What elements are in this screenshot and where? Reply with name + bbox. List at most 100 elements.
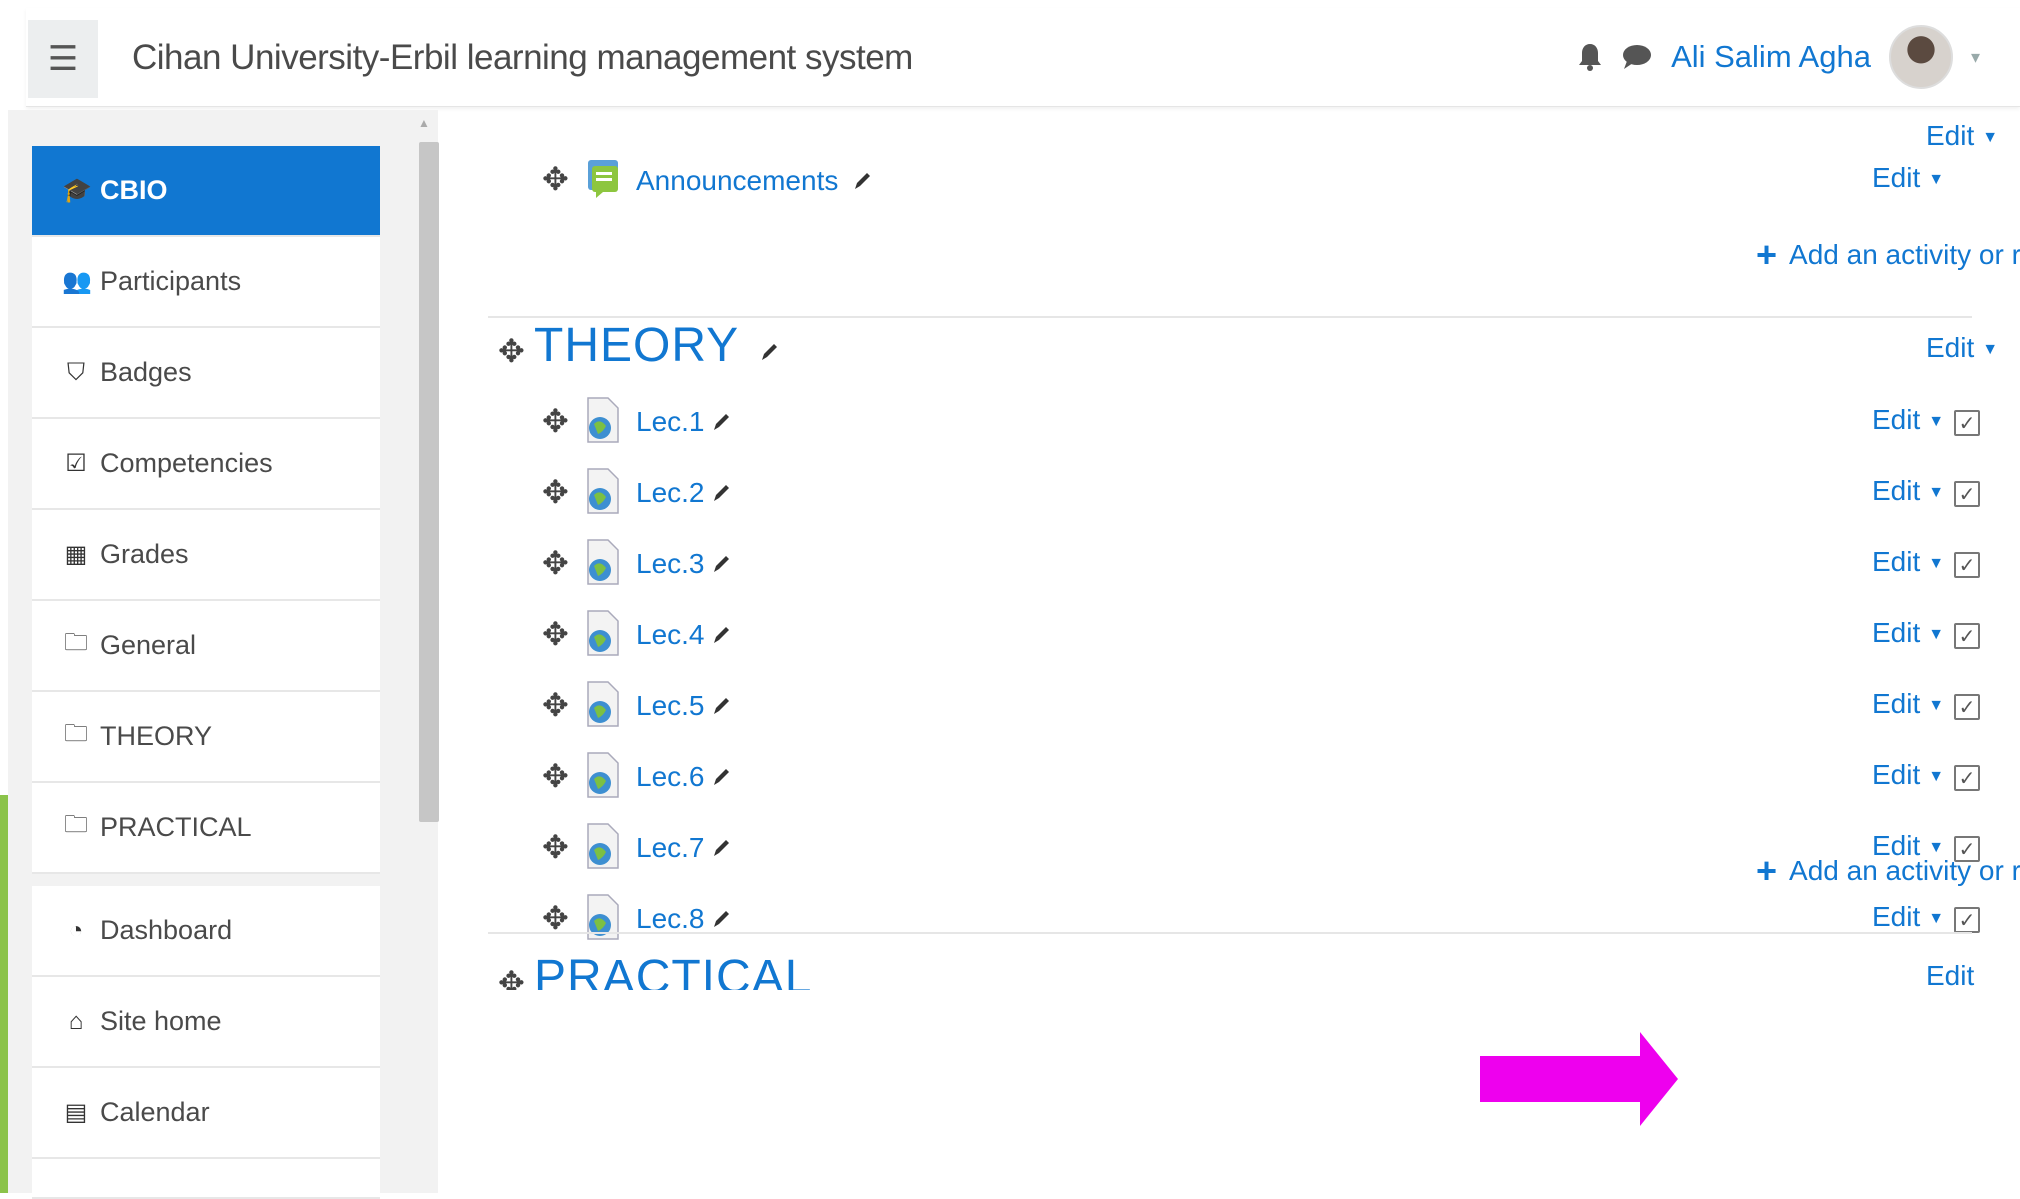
completion-checkbox[interactable]: ✓ [1954,623,1980,649]
activity-name: Lec.6 [636,761,705,792]
activity-name: Lec.8 [636,903,705,934]
pencil-icon[interactable] [711,408,731,440]
completion-checkbox[interactable]: ✓ [1954,481,1980,507]
pencil-icon[interactable] [759,321,779,376]
activity-name: Lec.2 [636,477,705,508]
move-icon[interactable]: ✥ [498,964,525,990]
add-activity-link[interactable]: + Add an activity or resource [1756,234,2020,276]
pencil-icon[interactable] [711,550,731,582]
move-icon[interactable]: ✥ [542,160,569,198]
checkmark-icon: ✓ [1954,552,1980,578]
completion-checkbox[interactable]: ✓ [1954,410,1980,436]
activity-edit-menu[interactable]: Edit ▼ [1872,759,1944,791]
sidebar-item-site-home[interactable]: ⌂ Site home [32,977,380,1068]
callout-arrow [1480,1032,1678,1126]
avatar[interactable] [1888,25,1953,89]
bell-icon[interactable] [1577,42,1603,72]
activity-link[interactable]: Lec.4 [636,619,731,653]
activity-edit-menu[interactable]: Edit ▼ [1872,546,1944,578]
sidebar-item-participants[interactable]: 👥 Participants [32,237,380,328]
user-name[interactable]: Ali Salim Agha [1671,39,1871,75]
activity-name: Lec.4 [636,619,705,650]
add-activity-link[interactable]: + Add an activity or resource [1756,850,2020,892]
activity-edit-menu[interactable]: Edit ▼ [1872,688,1944,720]
activity-link[interactable]: Lec.1 [636,406,731,440]
drawer-separator [32,874,380,886]
activity-link[interactable]: Lec.7 [636,832,731,866]
activity-edit-menu[interactable]: Edit ▼ [1872,162,1944,194]
move-icon[interactable]: ✥ [498,332,525,370]
scroll-up-icon[interactable]: ▲ [418,116,430,130]
graduation-cap-icon: 🎓 [62,177,92,204]
checkbox-icon: ☑ [65,450,87,477]
sidebar-item-label: Badges [100,357,192,387]
section-title-practical[interactable]: PRACTICAL [534,950,812,990]
site-title[interactable]: Cihan University-Erbil learning manageme… [132,38,913,78]
section-edit-menu[interactable]: Edit ▼ [1926,332,1998,364]
completion-checkbox[interactable]: ✓ [1954,552,1980,578]
move-icon[interactable]: ✥ [542,686,569,724]
checkmark-icon: ✓ [1954,481,1980,507]
sidebar-item-grades[interactable]: ▦ Grades [32,510,380,601]
section-title-text: THEORY [534,319,739,372]
shield-icon: ⛉ [67,358,85,386]
pencil-icon[interactable] [711,763,731,795]
completion-checkbox[interactable]: ✓ [1954,694,1980,720]
sidebar-item-label: Competencies [100,448,273,478]
move-icon[interactable]: ✥ [542,615,569,653]
sidebar-item-label: General [100,630,197,660]
caret-down-icon: ▼ [1928,483,1945,501]
sidebar-item-calendar[interactable]: ▤ Calendar [32,1068,380,1159]
activity-name: Lec.7 [636,832,705,863]
left-accent-bar [0,795,8,1193]
activity-link[interactable]: Lec.6 [636,761,731,795]
table-icon: ▦ [64,541,88,568]
move-icon[interactable]: ✥ [542,828,569,866]
checkmark-icon: ✓ [1954,907,1980,933]
sidebar-item-theory[interactable]: 🗀 THEORY [32,692,380,783]
activity-edit-menu[interactable]: Edit ▼ [1872,901,1944,933]
edit-label: Edit [1872,475,1921,506]
completion-checkbox[interactable]: ✓ [1954,907,1980,933]
chevron-down-icon[interactable]: ▾ [1971,47,1980,68]
edit-label: Edit [1926,960,1975,990]
activity-edit-menu[interactable]: Edit ▼ [1872,617,1944,649]
pencil-icon[interactable] [711,692,731,724]
edit-label: Edit [1872,404,1921,435]
move-icon[interactable]: ✥ [542,473,569,511]
sidebar-item-competencies[interactable]: ☑ Competencies [32,419,380,510]
completion-checkbox[interactable]: ✓ [1954,765,1980,791]
edit-label: Edit [1926,332,1975,363]
sidebar-item-badges[interactable]: ⛉ Badges [32,328,380,419]
caret-down-icon: ▼ [1928,412,1945,430]
activity-edit-menu[interactable]: Edit ▼ [1872,475,1944,507]
section-title-theory[interactable]: THEORY [534,318,779,376]
sidebar-item-practical[interactable]: 🗀 PRACTICAL [32,783,380,874]
section-edit-menu[interactable]: Edit [1926,960,1974,990]
activity-announcements[interactable]: Announcements [636,165,872,199]
activity-link[interactable]: Lec.5 [636,690,731,724]
activity-link[interactable]: Lec.3 [636,548,731,582]
move-icon[interactable]: ✥ [542,402,569,440]
sidebar-item-general[interactable]: 🗀 General [32,601,380,692]
sidebar-item-cbio[interactable]: 🎓 CBIO [32,146,380,237]
pencil-icon[interactable] [711,834,731,866]
move-icon[interactable]: ✥ [542,757,569,795]
edit-label: Edit [1872,617,1921,648]
sidebar-item-partial[interactable] [32,1159,380,1199]
pencil-icon[interactable] [711,479,731,511]
sidebar-item-dashboard[interactable]: ◔ Dashboard [32,886,380,977]
section-edit-menu[interactable]: Edit ▼ [1926,120,1998,152]
activity-name: Announcements [636,165,839,196]
sidebar-item-label: THEORY [100,721,213,751]
move-icon[interactable]: ✥ [542,544,569,582]
activity-link[interactable]: Lec.2 [636,477,731,511]
course-content: Edit ▼ ✥ Announcements Edit ▼ + Add an acti… [460,110,2020,1193]
activity-name: Lec.5 [636,690,705,721]
activity-edit-menu[interactable]: Edit ▼ [1872,404,1944,436]
scrollbar-thumb[interactable] [419,142,439,822]
pencil-icon[interactable] [852,167,872,199]
hamburger-icon[interactable]: ☰ [28,20,98,98]
pencil-icon[interactable] [711,621,731,653]
chat-icon[interactable] [1621,43,1653,71]
